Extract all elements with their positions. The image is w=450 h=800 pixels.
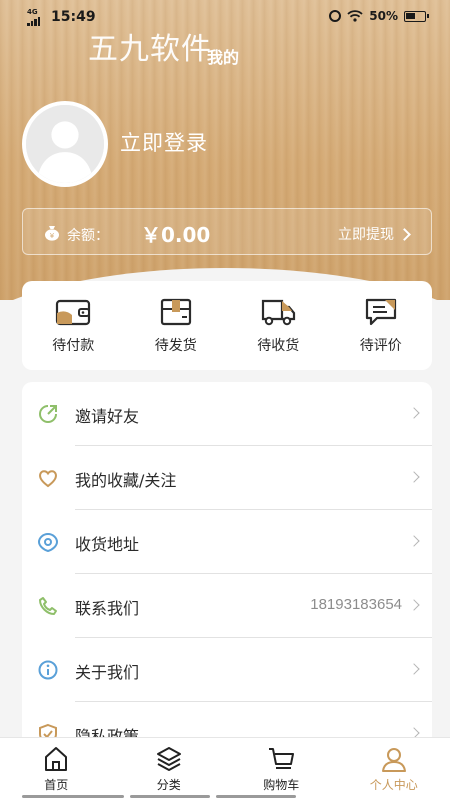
withdraw-label: 立即提现 [338,227,394,243]
user-icon [381,748,406,772]
wifi-icon [347,10,363,22]
balance-card: ¥ 余额： ￥0.00 立即提现 [22,208,432,255]
menu-item-address[interactable]: 收货地址 [22,510,432,574]
app-watermark: 五九软件 [88,32,212,67]
scroll-indicator [216,795,296,798]
tab-cart[interactable]: 购物车 [225,738,338,800]
settings-menu: 邀请好友 我的收藏/关注 收货地址 联系我们 18193183654 关于我们 [22,382,432,742]
tab-category[interactable]: 分类 [113,738,226,800]
scroll-indicator [130,795,210,798]
menu-item-contact[interactable]: 联系我们 18193183654 [22,574,432,638]
order-pending-shipment[interactable]: 待发货 [131,297,221,355]
order-label: 待评价 [359,337,402,354]
order-label: 待发货 [154,337,197,354]
tab-label: 分类 [156,778,181,792]
location-icon [37,532,59,553]
tab-label: 个人中心 [369,778,418,792]
menu-label: 我的收藏/关注 [75,471,177,490]
menu-item-favorites[interactable]: 我的收藏/关注 [22,446,432,510]
order-label: 待收货 [257,337,300,354]
battery-icon [404,10,429,22]
menu-label: 收货地址 [75,535,140,554]
battery-percent: 50% [369,9,398,23]
chevron-right-icon [408,599,420,611]
heart-icon [39,470,57,488]
wallet-icon [56,299,91,325]
signal-icon [27,17,40,26]
layers-icon [156,747,181,771]
page-title: 我的 [207,48,240,67]
menu-label: 邀请好友 [75,407,140,426]
login-link[interactable]: 立即登录 [120,127,208,157]
menu-label: 关于我们 [75,663,140,682]
package-icon [160,298,191,325]
order-pending-review[interactable]: 待评价 [336,297,426,355]
order-pending-payment[interactable]: 待付款 [28,297,118,355]
menu-label: 联系我们 [75,599,140,618]
clock: 15:49 [51,9,96,25]
home-icon [45,747,68,771]
order-label: 待付款 [52,337,95,354]
svg-text:¥: ¥ [50,232,55,240]
bottom-tab-bar: 首页 分类 购物车 个人中心 [0,737,450,800]
chevron-right-icon [408,407,420,419]
balance-value: ￥0.00 [141,223,211,247]
chevron-right-icon [408,535,420,547]
invite-icon [39,405,57,423]
avatar[interactable] [22,101,108,187]
chevron-right-icon [408,471,420,483]
truck-icon [262,299,296,325]
contact-phone-number: 18193183654 [310,596,402,613]
alarm-icon [329,10,342,22]
tab-label: 首页 [44,778,69,792]
status-bar: 4G 15:49 50% [0,0,450,34]
tab-home[interactable]: 首页 [0,738,113,800]
money-bag-icon: ¥ [45,226,59,241]
chevron-right-icon [408,663,420,675]
menu-item-about[interactable]: 关于我们 [22,638,432,702]
phone-icon [39,597,57,615]
network-type: 4G [27,8,38,16]
comment-icon [365,298,396,325]
balance-label: 余额： [67,228,109,244]
order-status-panel: 待付款 待发货 待收货 待评价 [22,281,432,370]
menu-item-invite[interactable]: 邀请好友 [22,382,432,446]
default-avatar-icon [26,105,104,183]
chevron-right-icon [398,228,411,241]
scroll-indicator [22,795,124,798]
cart-icon [269,748,295,769]
tab-label: 购物车 [263,778,300,792]
menu-item-privacy[interactable]: 隐私政策 [22,702,432,742]
order-pending-receipt[interactable]: 待收货 [233,297,323,355]
tab-profile[interactable]: 个人中心 [338,738,450,800]
withdraw-button[interactable]: 立即提现 [338,224,411,244]
info-icon [38,660,58,680]
